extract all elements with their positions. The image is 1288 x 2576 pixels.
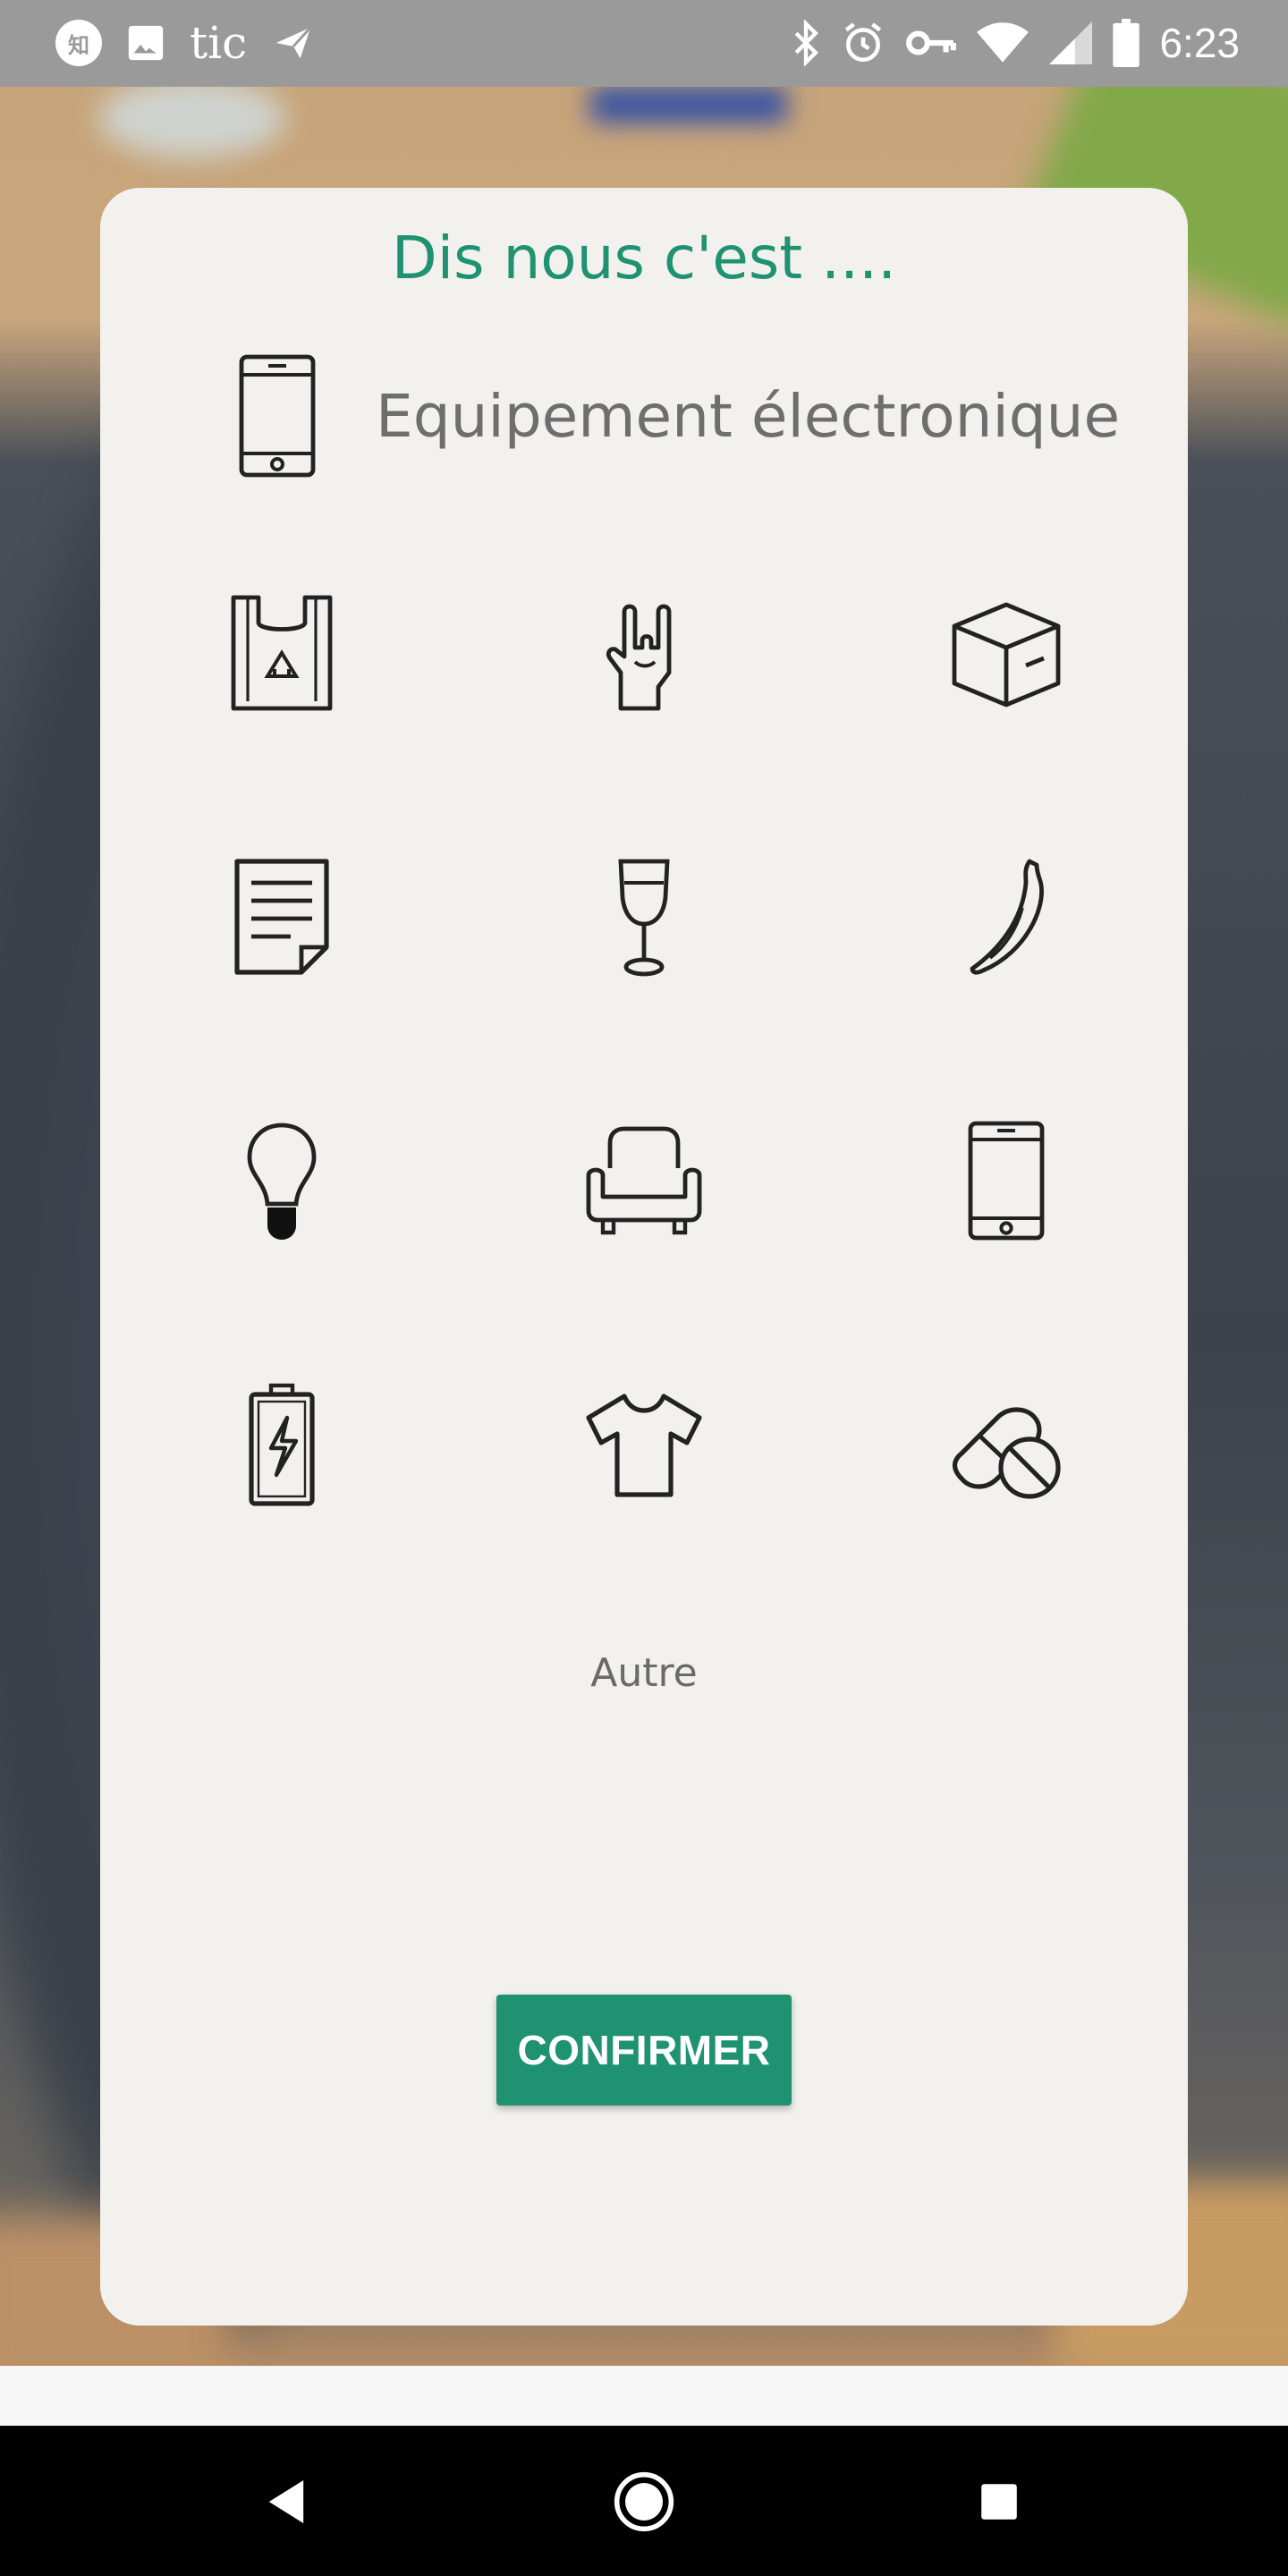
rock-hand-icon — [606, 604, 672, 711]
image-icon — [128, 25, 164, 61]
bottom-strip — [0, 2366, 1288, 2426]
vpn-key-icon — [906, 30, 957, 55]
smartphone-icon — [968, 1121, 1045, 1241]
wifi-icon — [977, 22, 1030, 63]
category-plastic-bag[interactable] — [210, 581, 353, 724]
home-button[interactable] — [604, 2462, 684, 2542]
selected-category-label: Equipement électronique — [376, 381, 1121, 451]
other-category-option[interactable]: Autre — [100, 1650, 1188, 1696]
category-music[interactable] — [572, 581, 716, 724]
category-glass[interactable] — [572, 845, 716, 988]
light-bulb-icon — [247, 1123, 317, 1240]
category-electronics[interactable] — [935, 1109, 1078, 1252]
status-bar: 知 tic 6:23 — [0, 0, 1288, 87]
battery-icon — [249, 1383, 315, 1506]
category-dialog: Dis nous c'est .... Equipement électroni… — [100, 188, 1188, 2326]
confirm-button[interactable]: CONFIRMER — [496, 1995, 792, 2106]
send-icon — [275, 26, 312, 59]
category-organic[interactable] — [935, 845, 1078, 988]
paper-document-icon — [234, 859, 329, 975]
pills-icon — [952, 1407, 1061, 1499]
armchair-icon — [586, 1126, 702, 1235]
category-medicine[interactable] — [935, 1373, 1078, 1516]
home-icon — [614, 2471, 674, 2532]
recents-button[interactable] — [959, 2462, 1039, 2542]
signal-icon — [1049, 21, 1093, 64]
category-clothing[interactable] — [572, 1373, 716, 1516]
banana-icon — [970, 859, 1044, 975]
navigation-bar — [0, 2426, 1288, 2576]
recents-icon — [981, 2484, 1017, 2520]
alarm-icon — [845, 22, 882, 63]
cardboard-box-icon — [952, 602, 1061, 708]
bluetooth-icon — [795, 20, 819, 66]
category-light-bulb[interactable] — [210, 1109, 353, 1252]
t-shirt-icon — [586, 1394, 702, 1497]
smartphone-icon — [239, 354, 316, 478]
back-button[interactable] — [246, 2462, 326, 2542]
back-icon — [268, 2480, 304, 2523]
category-furniture[interactable] — [572, 1109, 716, 1252]
recycling-bag-icon — [231, 595, 333, 711]
selected-category: Equipement électronique — [234, 353, 1120, 479]
app-notification-label: tic — [190, 17, 248, 69]
category-paper[interactable] — [210, 845, 353, 988]
zhihu-icon: 知 — [55, 20, 102, 66]
category-battery[interactable] — [210, 1373, 353, 1516]
battery-icon — [1113, 19, 1140, 67]
wine-glass-icon — [618, 859, 670, 977]
status-time: 6:23 — [1159, 20, 1240, 66]
category-cardboard[interactable] — [935, 581, 1078, 724]
dialog-title: Dis nous c'est .... — [391, 224, 897, 292]
